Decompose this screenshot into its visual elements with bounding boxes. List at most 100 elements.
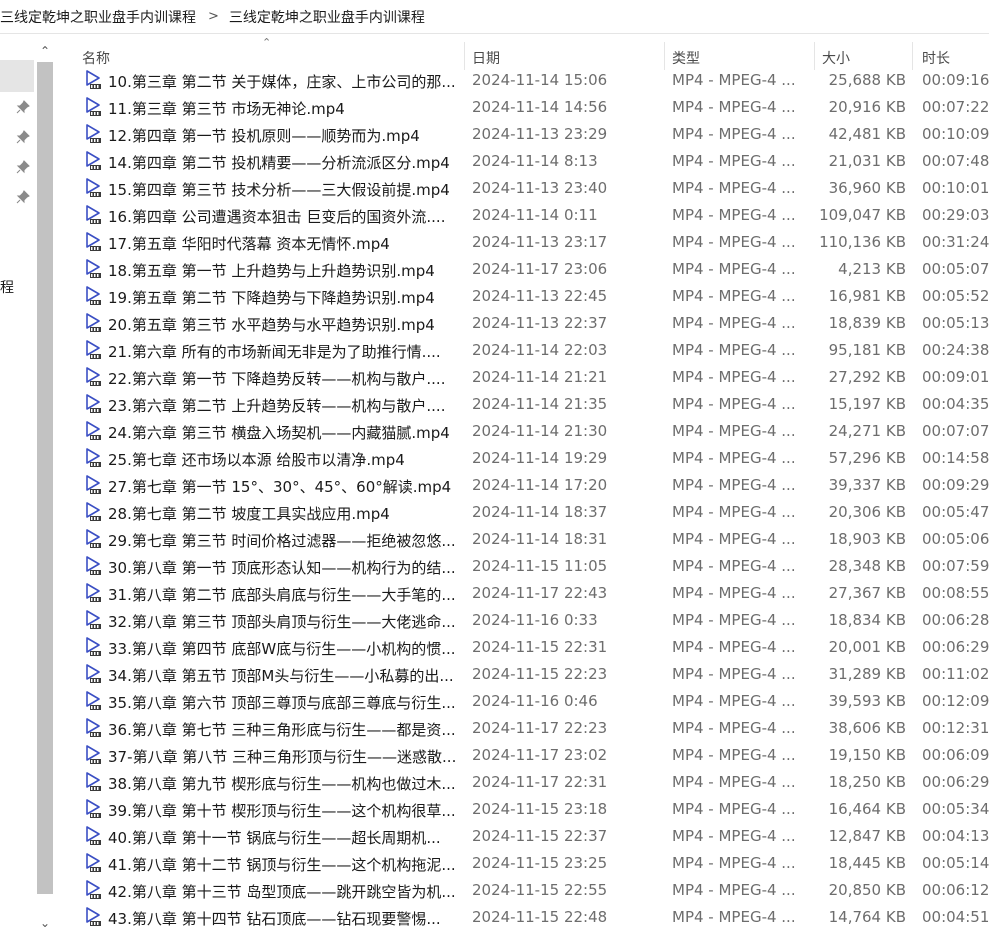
file-row[interactable]: 20.第五章 第三节 水平趋势与水平趋势识别.mp4 2024-11-13 22:… [72, 310, 989, 337]
file-name[interactable]: 11.第三章 第三节 市场无神论.mp4 [108, 98, 492, 119]
file-row[interactable]: 19.第五章 第二节 下降趋势与下降趋势识别.mp4 2024-11-13 22:… [72, 283, 989, 310]
file-row[interactable]: 31.第八章 第二节 底部头肩底与衍生——大手笔的... 2024-11-17 2… [72, 580, 989, 607]
file-name[interactable]: 41.第八章 第十二节 锅顶与衍生——这个机构拖泥... [108, 854, 492, 875]
file-name[interactable]: 33.第八章 第四节 底部W底与衍生——小机构的惯... [108, 638, 492, 659]
file-duration: 00:04:13 [922, 827, 989, 845]
file-name[interactable]: 31.第八章 第二节 底部头肩底与衍生——大手笔的... [108, 584, 492, 605]
file-name[interactable]: 24.第六章 第三节 横盘入场契机——内藏猫腻.mp4 [108, 422, 492, 443]
file-name[interactable]: 34.第八章 第五节 顶部M头与衍生——小私募的出... [108, 665, 492, 686]
file-name[interactable]: 27.第七章 第一节 15°、30°、45°、60°解读.mp4 [108, 476, 492, 497]
file-name[interactable]: 43.第八章 第十四节 钻石顶底——钻石现要警惕... [108, 908, 492, 929]
file-row[interactable]: 21.第六章 所有的市场新闻无非是为了助推行情.... 2024-11-14 22… [72, 337, 989, 364]
file-date: 2024-11-15 22:37 [472, 827, 608, 845]
file-name[interactable]: 14.第四章 第二节 投机精要——分析流派区分.mp4 [108, 152, 492, 173]
pin-icon[interactable] [16, 130, 30, 144]
file-name[interactable]: 25.第七章 还市场以本源 给股市以清净.mp4 [108, 449, 492, 470]
file-date: 2024-11-13 23:29 [472, 125, 608, 143]
file-name[interactable]: 37-第八章 第八节 三种三角形顶与衍生——迷惑散... [108, 746, 492, 767]
file-name[interactable]: 21.第六章 所有的市场新闻无非是为了助推行情.... [108, 341, 492, 362]
chevron-right-icon[interactable]: > [200, 9, 229, 24]
file-row[interactable]: 23.第六章 第二节 上升趋势反转——机构与散户.... 2024-11-14 2… [72, 391, 989, 418]
file-row[interactable]: 16.第四章 公司遭遇资本狙击 巨变后的国资外流.... 2024-11-14 0… [72, 202, 989, 229]
file-row[interactable]: 43.第八章 第十四节 钻石顶底——钻石现要警惕... 2024-11-15 22… [72, 904, 989, 931]
file-row[interactable]: 38.第八章 第九节 楔形底与衍生——机构也做过木... 2024-11-17 2… [72, 769, 989, 796]
file-date: 2024-11-14 0:11 [472, 206, 598, 224]
file-row[interactable]: 27.第七章 第一节 15°、30°、45°、60°解读.mp4 2024-11-… [72, 472, 989, 499]
file-name[interactable]: 30.第八章 第一节 顶底形态认知——机构行为的结... [108, 557, 492, 578]
file-row[interactable]: 34.第八章 第五节 顶部M头与衍生——小私募的出... 2024-11-15 2… [72, 661, 989, 688]
file-row[interactable]: 35.第八章 第六节 顶部三尊顶与底部三尊底与衍生... 2024-11-16 0… [72, 688, 989, 715]
column-divider[interactable] [664, 42, 665, 70]
column-header-name[interactable]: 名称 [82, 48, 110, 68]
file-row[interactable]: 32.第八章 第三节 顶部头肩顶与衍生——大佬逃命... 2024-11-16 0… [72, 607, 989, 634]
video-file-icon [86, 772, 101, 791]
file-name[interactable]: 32.第八章 第三节 顶部头肩顶与衍生——大佬逃命... [108, 611, 492, 632]
file-name[interactable]: 28.第七章 第二节 坡度工具实战应用.mp4 [108, 503, 492, 524]
file-name[interactable]: 35.第八章 第六节 顶部三尊顶与底部三尊底与衍生... [108, 692, 492, 713]
file-name[interactable]: 20.第五章 第三节 水平趋势与水平趋势识别.mp4 [108, 314, 492, 335]
file-name[interactable]: 22.第六章 第一节 下降趋势反转——机构与散户.... [108, 368, 492, 389]
column-divider[interactable] [912, 42, 913, 70]
nav-item-selected[interactable] [0, 60, 34, 92]
column-header-size[interactable]: 大小 [822, 48, 850, 68]
nav-item-label[interactable]: 程 [0, 277, 14, 297]
file-type: MP4 - MPEG-4 ... [672, 881, 796, 899]
file-row[interactable]: 18.第五章 第一节 上升趋势与上升趋势识别.mp4 2024-11-17 23:… [72, 256, 989, 283]
scroll-down-arrow-icon[interactable]: ⌄ [35, 914, 55, 932]
file-row[interactable]: 36.第八章 第七节 三种三角形底与衍生——都是资... 2024-11-17 2… [72, 715, 989, 742]
file-row[interactable]: 22.第六章 第一节 下降趋势反转——机构与散户.... 2024-11-14 2… [72, 364, 989, 391]
file-row[interactable]: 41.第八章 第十二节 锅顶与衍生——这个机构拖泥... 2024-11-15 2… [72, 850, 989, 877]
file-row[interactable]: 39.第八章 第十节 楔形顶与衍生——这个机构很草... 2024-11-15 2… [72, 796, 989, 823]
file-duration: 00:09:01 [922, 368, 989, 386]
file-row[interactable]: 11.第三章 第三节 市场无神论.mp4 2024-11-14 14:56 MP4 … [72, 94, 989, 121]
scroll-up-arrow-icon[interactable]: ⌃ [35, 42, 55, 60]
file-name[interactable]: 39.第八章 第十节 楔形顶与衍生——这个机构很草... [108, 800, 492, 821]
file-row[interactable]: 14.第四章 第二节 投机精要——分析流派区分.mp4 2024-11-14 8:… [72, 148, 989, 175]
file-name[interactable]: 40.第八章 第十一节 锅底与衍生——超长周期机... [108, 827, 492, 848]
file-name[interactable]: 17.第五章 华阳时代落幕 资本无情怀.mp4 [108, 233, 492, 254]
file-name[interactable]: 29.第七章 第三节 时间价格过滤器——拒绝被忽悠... [108, 530, 492, 551]
video-file-icon [86, 610, 101, 629]
file-row[interactable]: 30.第八章 第一节 顶底形态认知——机构行为的结... 2024-11-15 1… [72, 553, 989, 580]
vertical-scrollbar[interactable]: ⌃ ⌄ [35, 42, 55, 932]
breadcrumb-item-current[interactable]: 三线定乾坤之职业盘手内训课程 [229, 7, 429, 27]
file-name[interactable]: 15.第四章 第三节 技术分析——三大假设前提.mp4 [108, 179, 492, 200]
file-name[interactable]: 36.第八章 第七节 三种三角形底与衍生——都是资... [108, 719, 492, 740]
file-row[interactable]: 25.第七章 还市场以本源 给股市以清净.mp4 2024-11-14 19:29… [72, 445, 989, 472]
file-name[interactable]: 12.第四章 第一节 投机原则——顺势而为.mp4 [108, 125, 492, 146]
column-header-duration[interactable]: 时长 [922, 48, 950, 68]
file-row[interactable]: 42.第八章 第十三节 岛型顶底——跳开跳空皆为机... 2024-11-15 2… [72, 877, 989, 904]
file-row[interactable]: 24.第六章 第三节 横盘入场契机——内藏猫腻.mp4 2024-11-14 21… [72, 418, 989, 445]
video-file-icon [86, 448, 101, 467]
file-row[interactable]: 15.第四章 第三节 技术分析——三大假设前提.mp4 2024-11-13 23… [72, 175, 989, 202]
file-type: MP4 - MPEG-4 ... [672, 314, 796, 332]
pin-icon[interactable] [16, 190, 30, 204]
file-name[interactable]: 16.第四章 公司遭遇资本狙击 巨变后的国资外流.... [108, 206, 492, 227]
file-row[interactable]: 17.第五章 华阳时代落幕 资本无情怀.mp4 2024-11-13 23:17 M… [72, 229, 989, 256]
file-date: 2024-11-14 21:21 [472, 368, 608, 386]
column-header-date[interactable]: 日期 [472, 48, 500, 68]
breadcrumb-item-parent[interactable]: 三线定乾坤之职业盘手内训课程 [0, 7, 200, 27]
pin-icon[interactable] [16, 160, 30, 174]
column-divider[interactable] [814, 42, 815, 70]
file-row[interactable]: 29.第七章 第三节 时间价格过滤器——拒绝被忽悠... 2024-11-14 1… [72, 526, 989, 553]
file-name[interactable]: 23.第六章 第二节 上升趋势反转——机构与散户.... [108, 395, 492, 416]
pin-icon[interactable] [16, 100, 30, 114]
file-name[interactable]: 42.第八章 第十三节 岛型顶底——跳开跳空皆为机... [108, 881, 492, 902]
scrollbar-thumb[interactable] [37, 62, 53, 894]
file-row[interactable]: 12.第四章 第一节 投机原则——顺势而为.mp4 2024-11-13 23:2… [72, 121, 989, 148]
file-row[interactable]: 28.第七章 第二节 坡度工具实战应用.mp4 2024-11-14 18:37 M… [72, 499, 989, 526]
column-divider[interactable] [464, 42, 465, 70]
file-row[interactable]: 33.第八章 第四节 底部W底与衍生——小机构的惯... 2024-11-15 2… [72, 634, 989, 661]
file-duration: 00:04:51 [922, 908, 989, 926]
file-name[interactable]: 38.第八章 第九节 楔形底与衍生——机构也做过木... [108, 773, 492, 794]
file-row[interactable]: 40.第八章 第十一节 锅底与衍生——超长周期机... 2024-11-15 22… [72, 823, 989, 850]
file-row[interactable]: 10.第三章 第二节 关于媒体，庄家、上市公司的那... 2024-11-14 1… [72, 67, 989, 94]
file-name[interactable]: 18.第五章 第一节 上升趋势与上升趋势识别.mp4 [108, 260, 492, 281]
video-file-icon [86, 745, 101, 764]
column-header-type[interactable]: 类型 [672, 48, 700, 68]
file-name[interactable]: 10.第三章 第二节 关于媒体，庄家、上市公司的那... [108, 71, 492, 92]
file-name[interactable]: 19.第五章 第二节 下降趋势与下降趋势识别.mp4 [108, 287, 492, 308]
video-file-icon [86, 583, 101, 602]
file-row[interactable]: 37-第八章 第八节 三种三角形顶与衍生——迷惑散... 2024-11-17 2… [72, 742, 989, 769]
